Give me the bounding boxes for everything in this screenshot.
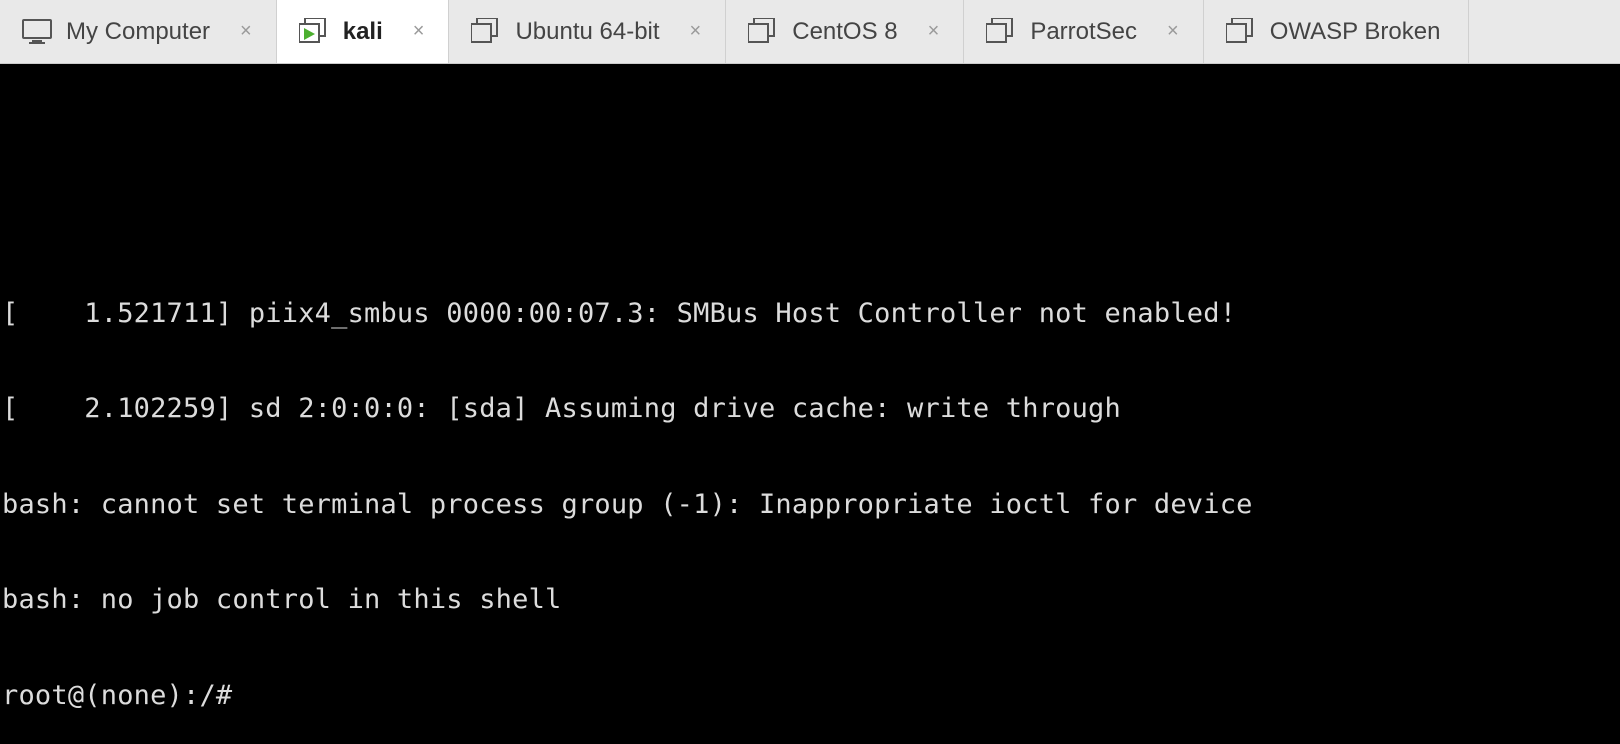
vm-running-icon — [299, 18, 329, 46]
close-icon[interactable]: × — [234, 18, 258, 45]
vm-icon — [748, 18, 778, 46]
terminal-line: bash: cannot set terminal process group … — [2, 489, 1620, 521]
terminal-console[interactable]: [ 1.521711] piix4_smbus 0000:00:07.3: SM… — [0, 64, 1620, 700]
terminal-line: bash: no job control in this shell — [2, 584, 1620, 616]
vm-icon — [1226, 18, 1256, 46]
terminal-line: [ 1.521711] piix4_smbus 0000:00:07.3: SM… — [2, 298, 1620, 330]
vm-icon — [986, 18, 1016, 46]
terminal-prompt: root@(none):/# — [2, 680, 1620, 712]
tab-owasp[interactable]: OWASP Broken — [1204, 0, 1470, 63]
tab-bar: My Computer × kali × Ubuntu 64-bit × Cen… — [0, 0, 1620, 64]
close-icon[interactable]: × — [407, 18, 431, 45]
close-icon[interactable]: × — [922, 18, 946, 45]
vm-icon — [471, 18, 501, 46]
close-icon[interactable]: × — [684, 18, 708, 45]
tab-label: OWASP Broken — [1270, 18, 1441, 46]
close-icon[interactable]: × — [1161, 18, 1185, 45]
tab-ubuntu[interactable]: Ubuntu 64-bit × — [449, 0, 726, 63]
monitor-icon — [22, 19, 52, 45]
tab-label: My Computer — [66, 18, 210, 46]
tab-parrotsec[interactable]: ParrotSec × — [964, 0, 1203, 63]
tab-centos[interactable]: CentOS 8 × — [726, 0, 964, 63]
tab-kali[interactable]: kali × — [277, 0, 450, 63]
tab-label: CentOS 8 — [792, 18, 897, 46]
tab-label: kali — [343, 18, 383, 46]
terminal-line: [ 2.102259] sd 2:0:0:0: [sda] Assuming d… — [2, 393, 1620, 425]
tab-my-computer[interactable]: My Computer × — [0, 0, 277, 63]
tab-label: Ubuntu 64-bit — [515, 18, 659, 46]
tab-label: ParrotSec — [1030, 18, 1137, 46]
